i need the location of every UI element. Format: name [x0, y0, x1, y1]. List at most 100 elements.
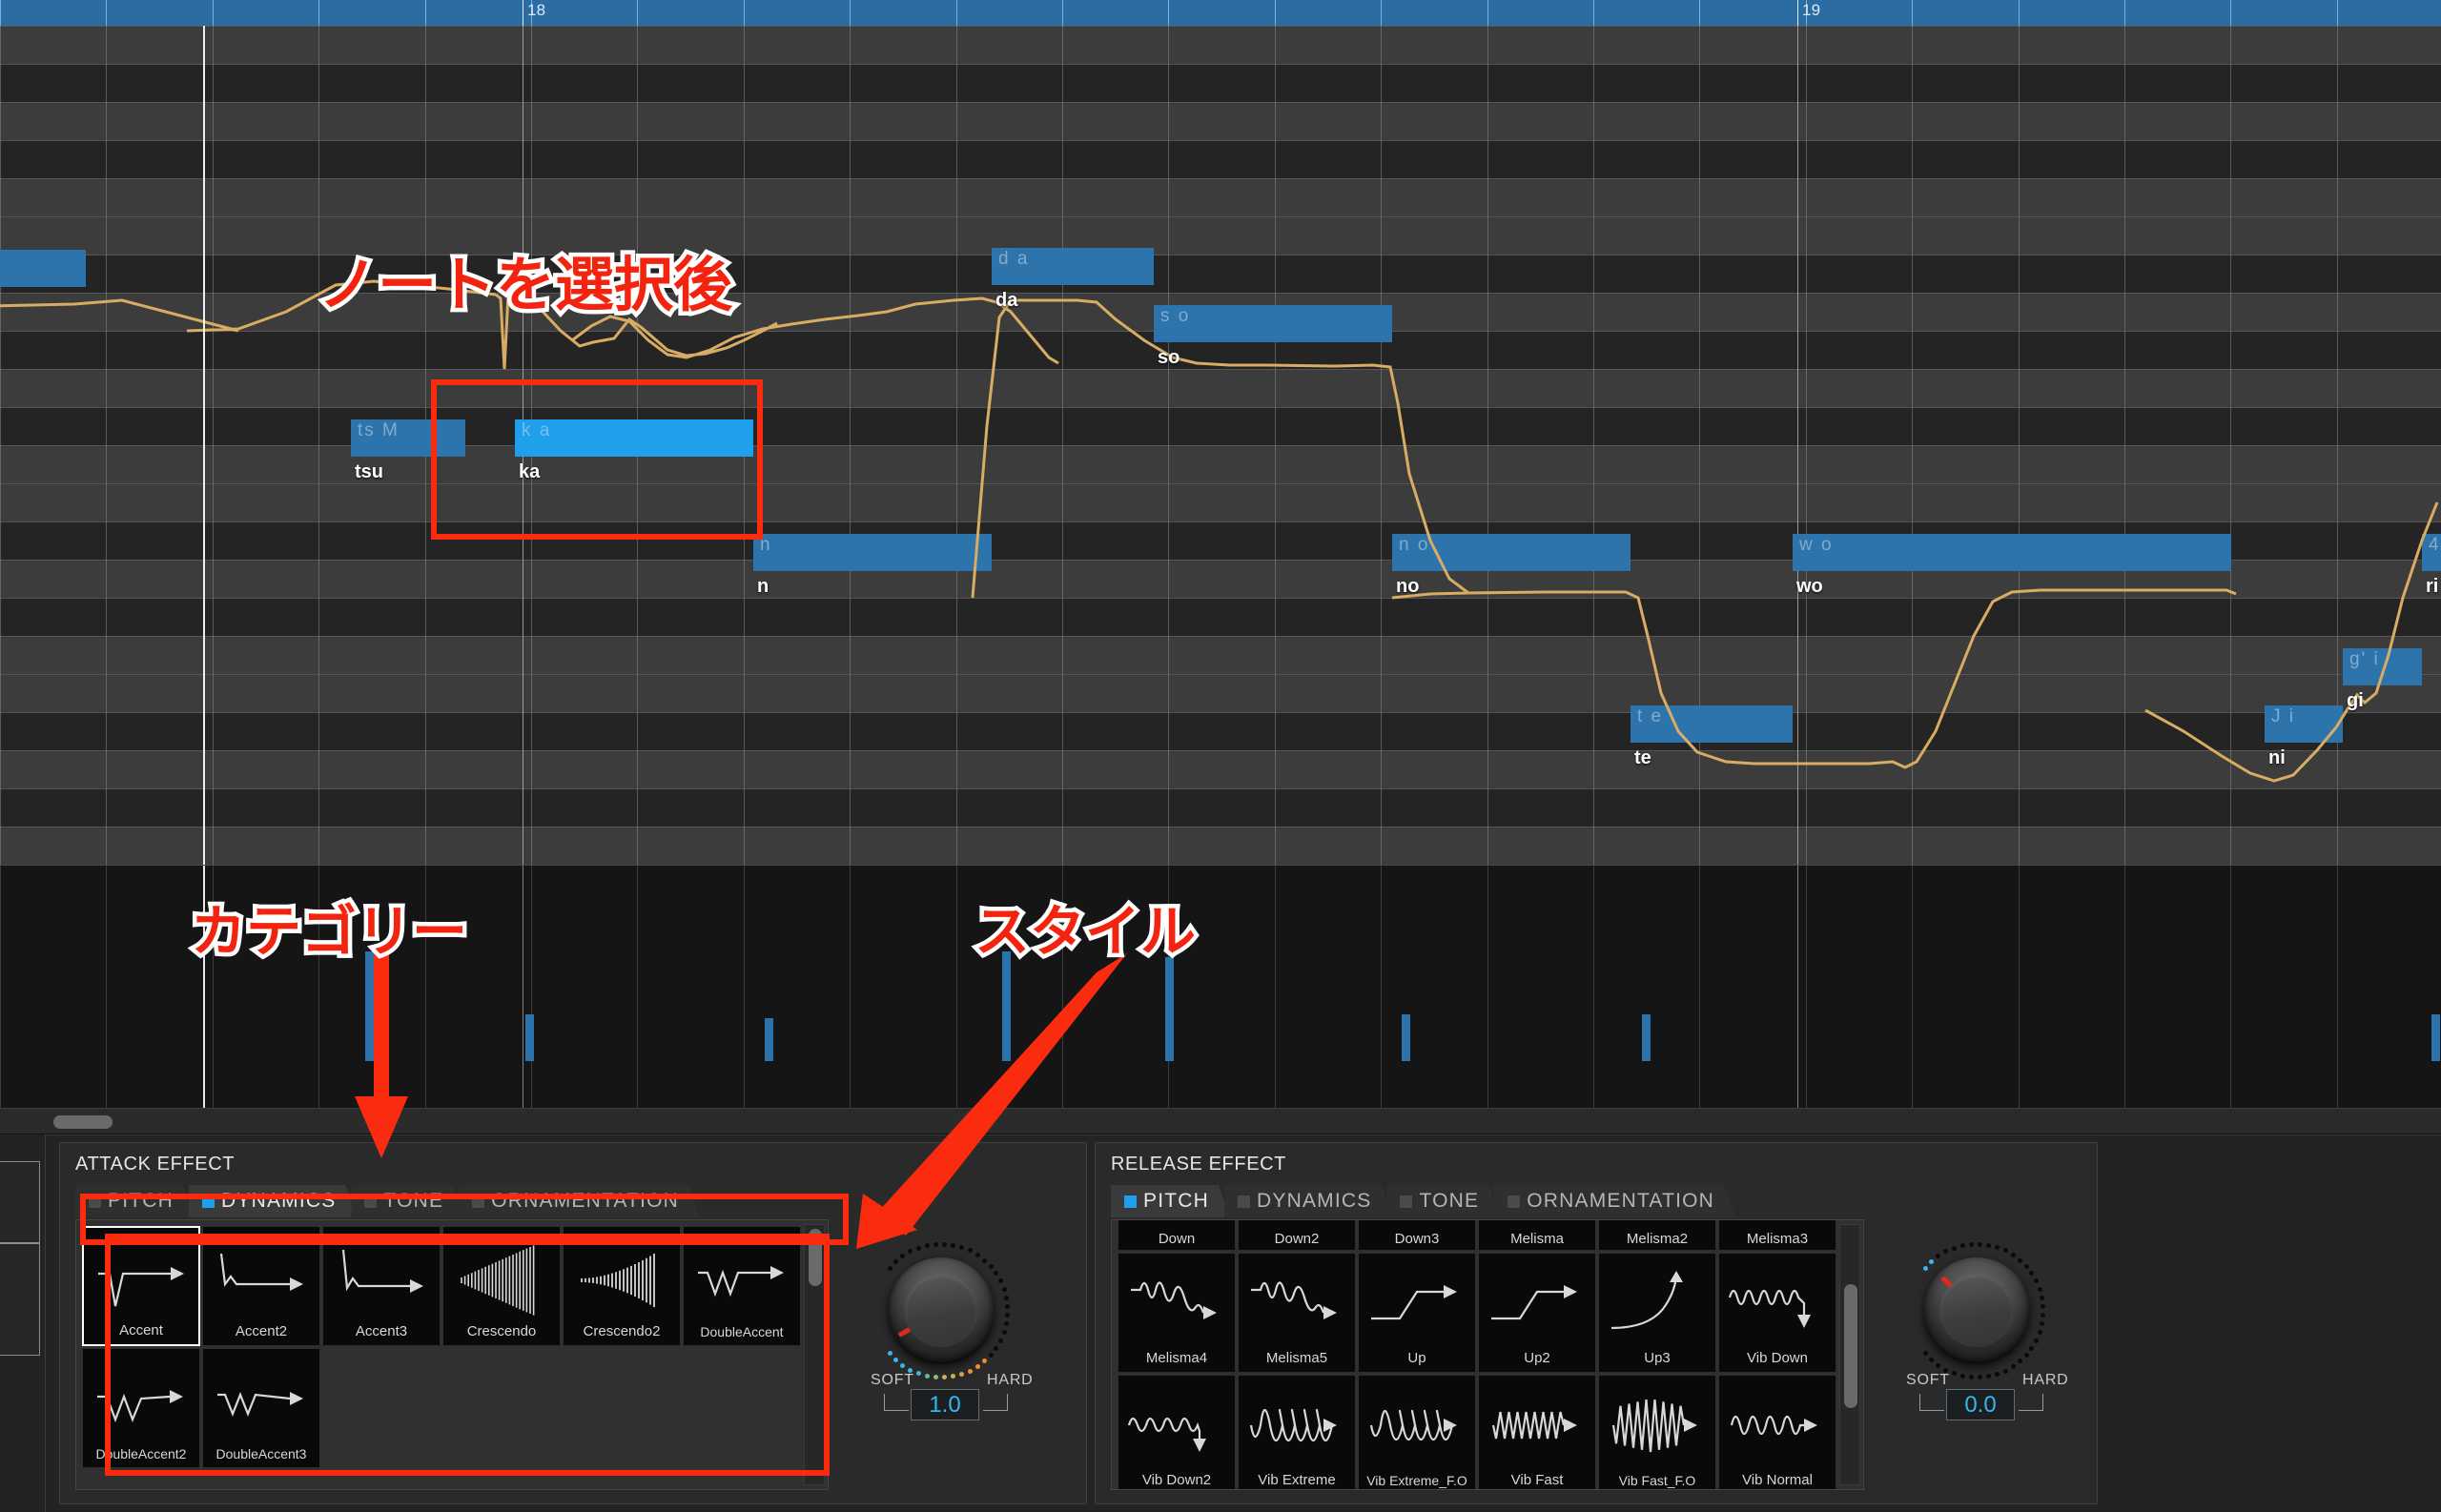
release-preset-cell[interactable]: Vib Extreme_F.O [1358, 1375, 1476, 1489]
release-preset-box[interactable]: Down Down2 Down3 Melisma Melisma2 Melisma3 Mel… [1111, 1219, 1864, 1490]
attack-intensity-knob-group[interactable]: SOFT HARD 1.0 [861, 1238, 1052, 1458]
horizontal-scrollbar[interactable] [0, 1108, 2441, 1134]
hscroll-thumb[interactable] [53, 1115, 113, 1129]
preset-label: Vib Extreme [1258, 1472, 1336, 1488]
dynamics-bar[interactable] [525, 1014, 534, 1061]
dynamics-bar[interactable] [1642, 1014, 1651, 1061]
preset-label: DoubleAccent2 [95, 1446, 187, 1461]
tab-tone[interactable]: TONE [1386, 1185, 1500, 1217]
release-preset-cell[interactable]: Up [1358, 1253, 1476, 1373]
attack-scroll-thumb[interactable] [809, 1229, 822, 1286]
release-effect-tabstrip[interactable]: PITCH DYNAMICS TONE ORNAMENTATION [1111, 1185, 1730, 1217]
piano-roll-note[interactable]: k a [515, 419, 753, 457]
preset-label: Down [1158, 1231, 1196, 1247]
tab-pitch[interactable]: PITCH [75, 1185, 195, 1217]
attack-preset-cell[interactable]: Accent2 [202, 1226, 320, 1346]
attack-preset-box[interactable]: Accent Accent2 Accent3 Crescendo Crescendo2 D… [75, 1219, 829, 1490]
release-scroll-thumb[interactable] [1844, 1284, 1857, 1408]
knob-value-field[interactable]: 1.0 [911, 1389, 979, 1420]
piano-roll-note[interactable]: n o [1392, 534, 1631, 571]
tab-pitch[interactable]: PITCH [1111, 1185, 1230, 1217]
piano-roll-note[interactable]: s o [1154, 305, 1392, 342]
tab-ornamentation[interactable]: ORNAMENTATION [459, 1185, 700, 1217]
knob-tick [1978, 1375, 1983, 1380]
release-preset-cell[interactable]: Vib Fast [1478, 1375, 1596, 1489]
dynamics-grid-line [106, 866, 107, 1108]
piano-roll-row-line [0, 521, 2441, 522]
timeline-ruler[interactable]: 18 19 [0, 0, 2441, 26]
intensity-knob[interactable] [888, 1257, 995, 1364]
knob-min-label: SOFT [1906, 1372, 1950, 1388]
piano-roll-note[interactable]: g' i [2343, 648, 2422, 685]
preset-label: Vib Fast [1510, 1472, 1564, 1488]
knob-tick [959, 1244, 965, 1250]
stub-box-top[interactable] [0, 1161, 40, 1243]
piano-roll-note[interactable]: ts M [351, 419, 465, 457]
release-preset-cell[interactable]: Down [1118, 1220, 1236, 1251]
piano-roll-grid-line [213, 26, 214, 865]
release-intensity-knob-group[interactable]: SOFT HARD 0.0 [1897, 1238, 2087, 1458]
release-preset-cell[interactable]: Down3 [1358, 1220, 1476, 1251]
attack-preset-cell[interactable]: Crescendo [442, 1226, 561, 1346]
tab-ornamentation[interactable]: ORNAMENTATION [1494, 1185, 1735, 1217]
knob-tick [942, 1375, 948, 1380]
knob-tick [1986, 1374, 1992, 1379]
knob-value-field[interactable]: 0.0 [1946, 1389, 2015, 1420]
knob-tick [2023, 1352, 2029, 1358]
release-preset-cell[interactable]: Vib Down2 [1118, 1375, 1236, 1489]
knob-tick [967, 1248, 973, 1254]
tab-label: TONE [1419, 1190, 1480, 1212]
release-preset-cell[interactable]: Melisma2 [1598, 1220, 1716, 1251]
stub-box-bottom[interactable] [0, 1243, 40, 1356]
release-preset-cell[interactable]: Melisma4 [1118, 1253, 1236, 1373]
attack-preset-cell[interactable]: DoubleAccent3 [202, 1348, 320, 1468]
tab-dynamics[interactable]: DYNAMICS [1224, 1185, 1392, 1217]
release-preset-cell[interactable]: Vib Fast_F.O [1598, 1375, 1716, 1489]
knob-tick [1959, 1373, 1965, 1379]
release-preset-cell[interactable]: Up3 [1598, 1253, 1716, 1373]
attack-preset-cell[interactable]: DoubleAccent [683, 1226, 801, 1346]
dynamics-bar[interactable] [2431, 1014, 2440, 1061]
knob-tick [988, 1264, 994, 1269]
release-preset-cell[interactable]: Vib Normal [1718, 1375, 1836, 1489]
intensity-knob[interactable] [1923, 1257, 2030, 1364]
dynamics-grid-line [1487, 866, 1488, 1108]
release-preset-cell[interactable]: Melisma [1478, 1220, 1596, 1251]
tab-tone[interactable]: TONE [351, 1185, 464, 1217]
attack-effect-tabstrip[interactable]: PITCH DYNAMICS TONE ORNAMENTATION [75, 1185, 694, 1217]
dynamics-bar[interactable] [1165, 957, 1174, 1061]
knob-tick [2034, 1278, 2040, 1284]
piano-roll-note[interactable]: n [753, 534, 992, 571]
release-preset-cell[interactable]: Down2 [1238, 1220, 1356, 1251]
piano-roll-note[interactable] [0, 250, 86, 287]
dynamics-bar[interactable] [765, 1018, 773, 1061]
playhead[interactable] [203, 26, 205, 865]
piano-roll-note[interactable]: t e [1631, 705, 1793, 743]
attack-preset-scrollbar[interactable] [804, 1224, 825, 1485]
attack-preset-cell[interactable]: Accent [82, 1226, 200, 1346]
left-side-stub-panel[interactable] [0, 1134, 46, 1512]
release-effect-title: RELEASE EFFECT [1111, 1154, 1286, 1175]
attack-preset-cell[interactable]: Crescendo2 [563, 1226, 681, 1346]
piano-roll-note[interactable]: 4 [2422, 534, 2441, 571]
attack-preset-cell[interactable]: Accent3 [322, 1226, 441, 1346]
release-preset-cell[interactable]: Vib Down [1718, 1253, 1836, 1373]
dynamics-grid-line [956, 866, 957, 1108]
dynamics-bar[interactable] [365, 951, 374, 1061]
note-lyric-label: no [1396, 576, 1420, 597]
attack-preset-cell[interactable]: DoubleAccent2 [82, 1348, 200, 1468]
release-preset-cell[interactable]: Melisma3 [1718, 1220, 1836, 1251]
knob-tick [900, 1254, 906, 1259]
release-preset-cell[interactable]: Up2 [1478, 1253, 1596, 1373]
tab-dynamics[interactable]: DYNAMICS [189, 1185, 357, 1217]
release-preset-cell[interactable]: Vib Extreme [1238, 1375, 1356, 1489]
release-preset-scrollbar[interactable] [1839, 1224, 1860, 1485]
piano-roll-editor[interactable]: ts M k a n d a s o n o t e w o J i g' i 4 tsu ka n da… [0, 26, 2441, 865]
piano-roll-note[interactable]: J i [2265, 705, 2343, 743]
dynamics-bar[interactable] [1402, 1014, 1410, 1061]
piano-roll-note[interactable]: d a [992, 248, 1154, 285]
release-preset-cell[interactable]: Melisma5 [1238, 1253, 1356, 1373]
ruler-subtick [2019, 0, 2020, 26]
dynamics-bar[interactable] [1002, 951, 1011, 1061]
piano-roll-note[interactable]: w o [1793, 534, 2231, 571]
